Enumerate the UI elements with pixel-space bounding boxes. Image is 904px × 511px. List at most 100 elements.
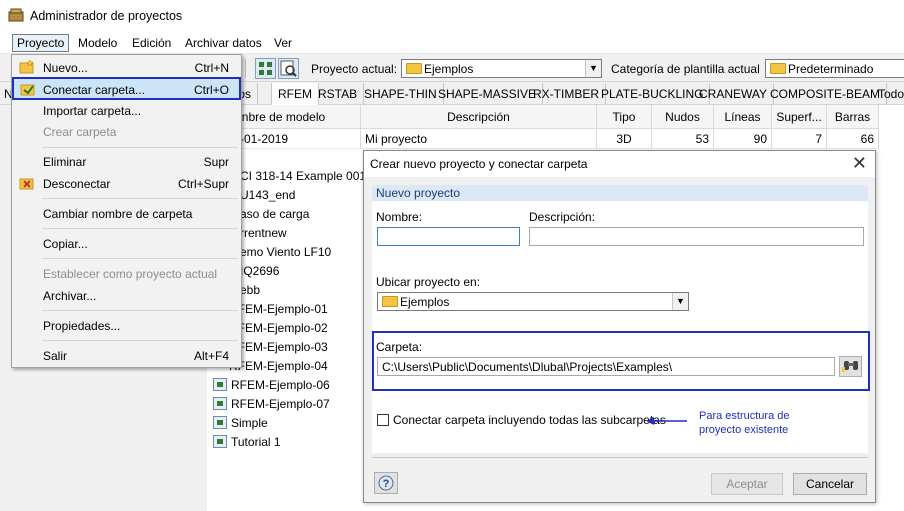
- descripcion-field[interactable]: [529, 227, 864, 246]
- tree-item[interactable]: RFEM-Ejemplo-04: [229, 359, 328, 378]
- menu-item-label: Conectar carpeta...: [43, 83, 146, 97]
- title-bar: Administrador de proyectos: [0, 0, 904, 32]
- tab-rstab[interactable]: RSTAB: [312, 83, 365, 105]
- project-icon: [213, 378, 227, 391]
- tree-item[interactable]: CI 318-14 Example 001: [240, 169, 366, 188]
- categoria-label: Categoría de plantilla actual: [611, 62, 760, 76]
- folder-icon: [382, 296, 398, 307]
- carpeta-field[interactable]: [377, 357, 835, 376]
- tree-item-label: Tutorial 1: [231, 435, 281, 449]
- menu-separator: [42, 198, 238, 199]
- row-superf[interactable]: 7: [772, 129, 827, 149]
- menu-item-label: Nuevo...: [43, 61, 88, 75]
- column-header-tipo[interactable]: Tipo: [597, 105, 652, 129]
- row-nudos[interactable]: 53: [652, 129, 714, 149]
- menu-item-desconectar[interactable]: Desconectar Ctrl+Supr: [14, 173, 239, 194]
- menu-item-label: Salir: [43, 349, 68, 363]
- menu-item-copiar[interactable]: Copiar...: [14, 233, 239, 254]
- tree-item[interactable]: ebb: [240, 283, 260, 302]
- proyecto-actual-select[interactable]: Ejemplos ▼: [401, 59, 602, 78]
- menu-item-label: Propiedades...: [43, 319, 121, 333]
- browse-folder-button[interactable]: [839, 356, 862, 377]
- help-glyph: ?: [383, 478, 390, 490]
- tree-item-label: Simple: [231, 416, 268, 430]
- row-tipo[interactable]: 3D: [597, 129, 652, 149]
- row-descripcion[interactable]: Mi proyecto: [361, 129, 597, 149]
- tree-item[interactable]: RFEM-Ejemplo-01: [229, 302, 328, 321]
- tree-item[interactable]: emo Viento LF10: [240, 245, 331, 264]
- ubicar-label: Ubicar proyecto en:: [376, 275, 481, 289]
- tree-item-with-icon[interactable]: Tutorial 1: [213, 435, 281, 454]
- subcarpetas-label[interactable]: Conectar carpeta incluyendo todas las su…: [393, 413, 666, 427]
- proyecto-actual-label: Proyecto actual:: [311, 62, 398, 76]
- menu-item-conectar-carpeta[interactable]: Conectar carpeta... Ctrl+O: [12, 77, 241, 100]
- menu-edicion[interactable]: Edición: [128, 35, 175, 51]
- tree-item-with-icon[interactable]: RFEM-Ejemplo-06: [213, 378, 330, 397]
- menu-item-propiedades[interactable]: Propiedades...: [14, 315, 239, 336]
- menu-separator: [42, 228, 238, 229]
- dialog-title-bar: Crear nuevo proyecto y conectar carpeta …: [364, 151, 875, 177]
- tree-item[interactable]: rrentnew: [240, 226, 287, 245]
- tree-item[interactable]: IQ2696: [240, 264, 279, 283]
- categoria-value: Predeterminado: [788, 62, 874, 76]
- tree-item-with-icon[interactable]: RFEM-Ejemplo-07: [213, 397, 330, 416]
- tree-item[interactable]: U143_end: [240, 188, 295, 207]
- menu-ver[interactable]: Ver: [270, 35, 296, 51]
- cancelar-button[interactable]: Cancelar: [793, 473, 867, 495]
- menu-item-label: Desconectar: [43, 177, 111, 191]
- menu-item-nuevo[interactable]: Nuevo... Ctrl+N: [14, 57, 239, 78]
- menu-item-cambiar-nombre[interactable]: Cambiar nombre de carpeta: [14, 203, 239, 224]
- menu-item-importar-carpeta[interactable]: Importar carpeta...: [14, 100, 239, 121]
- column-header-superf[interactable]: Superf...: [772, 105, 827, 129]
- nombre-field[interactable]: [377, 227, 520, 246]
- tree-item-with-icon[interactable]: Simple: [213, 416, 268, 435]
- menu-archivar-datos[interactable]: Archivar datos: [181, 35, 266, 51]
- subcarpetas-checkbox[interactable]: [377, 414, 389, 426]
- tree-item[interactable]: RFEM-Ejemplo-02: [229, 321, 328, 340]
- nombre-label: Nombre:: [376, 210, 423, 224]
- tree-item[interactable]: aso de carga: [240, 207, 309, 226]
- close-icon[interactable]: ✕: [852, 153, 867, 174]
- menu-item-label: Copiar...: [43, 237, 88, 251]
- help-button[interactable]: ?: [374, 472, 398, 494]
- menu-proyecto[interactable]: Proyecto: [12, 34, 70, 52]
- chevron-down-icon: ▼: [672, 293, 688, 310]
- column-header-lineas[interactable]: Líneas: [714, 105, 772, 129]
- menu-item-label: Cambiar nombre de carpeta: [43, 207, 193, 221]
- chevron-down-icon: ▼: [585, 60, 601, 77]
- ubicar-select[interactable]: Ejemplos ▼: [377, 292, 689, 311]
- column-header-nudos[interactable]: Nudos: [652, 105, 714, 129]
- grid-view-button[interactable]: [255, 58, 276, 79]
- project-icon: [213, 397, 227, 410]
- menu-modelo[interactable]: Modelo: [74, 35, 121, 51]
- tree-item[interactable]: RFEM-Ejemplo-03: [229, 340, 328, 359]
- ubicar-value: Ejemplos: [400, 295, 450, 309]
- nuevo-proyecto-dialog: Crear nuevo proyecto y conectar carpeta …: [363, 150, 876, 503]
- preview-button[interactable]: [278, 58, 299, 79]
- proyecto-menu: Nuevo... Ctrl+N Conectar carpeta... Ctrl…: [11, 54, 242, 368]
- tab-composite-beam[interactable]: COMPOSITE-BEAM: [764, 83, 888, 105]
- menu-item-establecer-actual: Establecer como proyecto actual: [14, 263, 239, 284]
- menu-item-label: Crear carpeta: [43, 125, 117, 139]
- tab-shape-thin[interactable]: SHAPE-THIN: [358, 83, 444, 105]
- grid-icon: [259, 62, 272, 75]
- tab-todo[interactable]: Todo: [872, 83, 904, 105]
- column-header-barras[interactable]: Barras: [827, 105, 879, 129]
- menu-item-eliminar[interactable]: Eliminar Supr: [14, 151, 239, 172]
- menu-item-label: Importar carpeta...: [43, 104, 142, 118]
- arrow-left-icon: [646, 417, 687, 425]
- row-barras[interactable]: 66: [827, 129, 879, 149]
- menu-item-archivar[interactable]: Archivar...: [14, 285, 239, 306]
- column-header-descripcion[interactable]: Descripción: [361, 105, 597, 129]
- binoculars-icon: [841, 361, 858, 372]
- categoria-select[interactable]: Predeterminado: [765, 59, 904, 78]
- group-header: Nuevo proyecto: [372, 185, 868, 201]
- disconnect-folder-icon: [19, 178, 34, 190]
- row-lineas[interactable]: 90: [714, 129, 772, 149]
- menu-item-salir[interactable]: Salir Alt+F4: [14, 345, 239, 366]
- menu-separator: [42, 258, 238, 259]
- folder-icon: [770, 63, 786, 74]
- aceptar-button[interactable]: Aceptar: [711, 473, 783, 495]
- tab-craneway[interactable]: CRANEWAY: [693, 83, 775, 105]
- menu-item-shortcut: Ctrl+O: [193, 83, 229, 97]
